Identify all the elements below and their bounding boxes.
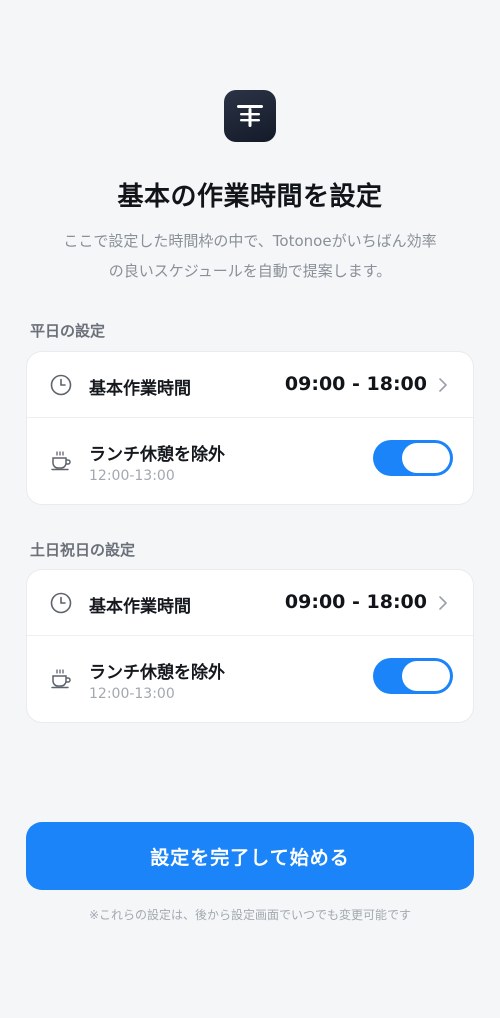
- holiday-lunch-toggle[interactable]: [373, 658, 453, 694]
- holiday-lunch-time: 12:00-13:00: [89, 686, 175, 702]
- page-subtitle: ここで設定した時間枠の中で、Totonoeがいちばん効率 の良いスケジュールを自…: [40, 226, 460, 286]
- clock-icon: [50, 374, 72, 396]
- subtitle-line-2: の良いスケジュールを自動で提案します。: [108, 262, 392, 280]
- onboarding-work-hours-screen: 基本の作業時間を設定 ここで設定した時間枠の中で、Totonoeがいちばん効率 …: [0, 0, 500, 1018]
- toggle-knob: [402, 443, 450, 473]
- page-title: 基本の作業時間を設定: [117, 182, 383, 212]
- weekday-work-hours-row[interactable]: 基本作業時間 09:00 - 18:00: [27, 352, 473, 418]
- holiday-section-label: 土日祝日の設定: [30, 541, 136, 559]
- coffee-cup-icon: [51, 669, 71, 689]
- holiday-settings-card: 基本作業時間 09:00 - 18:00 ランチ休憩を除外 12:00-13:0…: [26, 569, 474, 723]
- weekday-section-label: 平日の設定: [30, 322, 106, 340]
- coffee-cup-icon: [51, 451, 71, 471]
- weekday-lunch-label: ランチ休憩を除外: [89, 445, 225, 465]
- subtitle-line-1: ここで設定した時間枠の中で、Totonoeがいちばん効率: [63, 232, 437, 250]
- weekday-lunch-time: 12:00-13:00: [89, 468, 175, 484]
- holiday-lunch-row: ランチ休憩を除外 12:00-13:00: [27, 636, 473, 724]
- clock-icon: [50, 592, 72, 614]
- holiday-work-hours-label: 基本作業時間: [89, 597, 191, 617]
- weekday-settings-card: 基本作業時間 09:00 - 18:00 ランチ休憩を除外 12:00-13:0…: [26, 351, 474, 505]
- holiday-work-hours-value[interactable]: 09:00 - 18:00: [285, 591, 427, 613]
- weekday-lunch-toggle[interactable]: [373, 440, 453, 476]
- chevron-right-icon: [439, 378, 447, 392]
- weekday-work-hours-label: 基本作業時間: [89, 379, 191, 399]
- weekday-lunch-row: ランチ休憩を除外 12:00-13:00: [27, 418, 473, 506]
- complete-setup-button[interactable]: 設定を完了して始める: [26, 822, 474, 890]
- holiday-work-hours-row[interactable]: 基本作業時間 09:00 - 18:00: [27, 570, 473, 636]
- weekday-work-hours-value[interactable]: 09:00 - 18:00: [285, 373, 427, 395]
- toggle-knob: [402, 661, 450, 691]
- holiday-lunch-label: ランチ休憩を除外: [89, 663, 225, 683]
- footnote: ※これらの設定は、後から設定画面でいつでも変更可能です: [88, 908, 412, 922]
- chevron-right-icon: [439, 596, 447, 610]
- app-logo-icon: [224, 90, 276, 142]
